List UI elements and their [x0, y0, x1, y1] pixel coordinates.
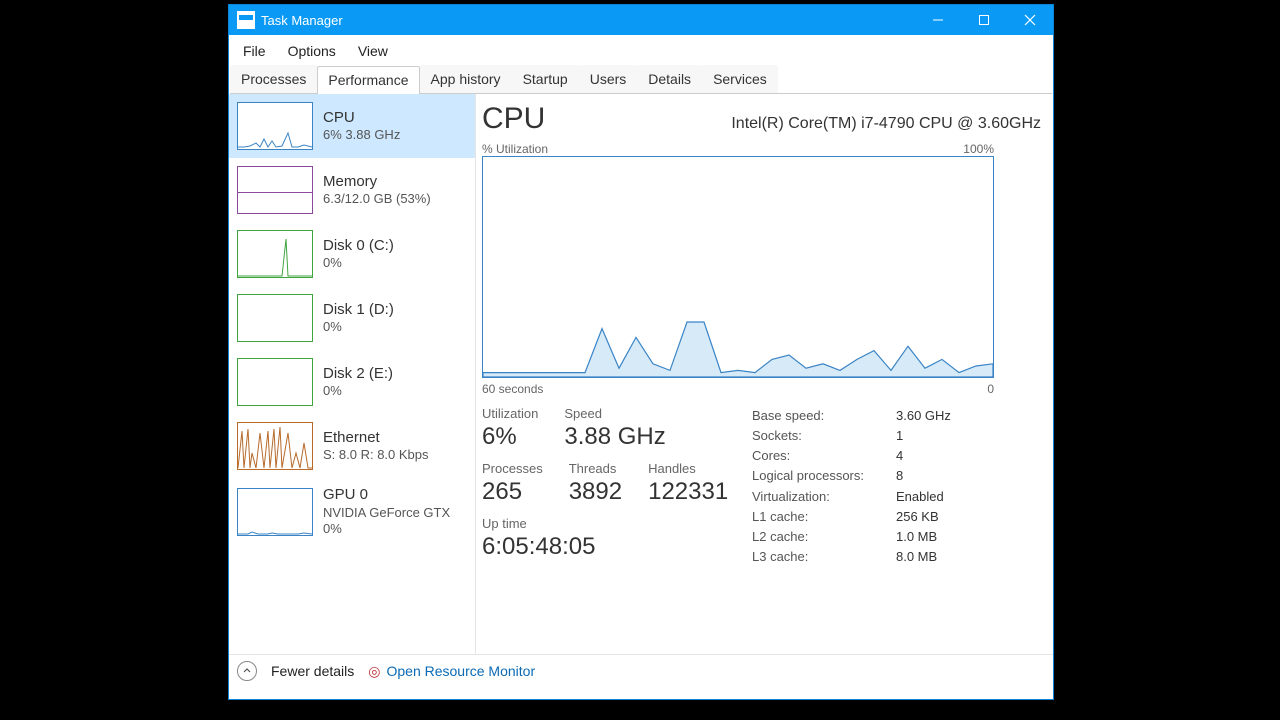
spec-key: Virtualization: [752, 487, 872, 507]
chart-x-right: 0 [987, 382, 994, 396]
tab-bar: Processes Performance App history Startu… [230, 65, 1052, 94]
fewer-details-button[interactable]: Fewer details [271, 663, 354, 679]
utilization-value: 6% [482, 423, 538, 451]
sidebar-item-label: GPU 0 [323, 486, 450, 505]
processes-value: 265 [482, 478, 543, 506]
sidebar-item-sub: 6% 3.88 GHz [323, 127, 400, 143]
task-manager-window: Task Manager File Options View Processes… [228, 4, 1054, 700]
sidebar-item-label: CPU [323, 109, 400, 128]
sidebar-item-gpu0[interactable]: GPU 0 NVIDIA GeForce GTX 0% [229, 478, 475, 545]
handles-value: 122331 [648, 478, 728, 506]
speed-label: Speed [564, 406, 665, 421]
sidebar-item-sub: 6.3/12.0 GB (53%) [323, 191, 431, 207]
cpu-thumb-icon [237, 102, 313, 150]
ethernet-thumb-icon [237, 422, 313, 470]
sidebar: CPU 6% 3.88 GHz Memory 6.3/12.0 GB (53%) [229, 94, 476, 654]
spec-key: Cores: [752, 446, 872, 466]
menu-view[interactable]: View [348, 39, 398, 63]
uptime-value: 6:05:48:05 [482, 533, 595, 561]
close-button[interactable] [1007, 5, 1053, 35]
threads-value: 3892 [569, 478, 622, 506]
spec-value: 1.0 MB [896, 527, 937, 547]
spec-value: 256 KB [896, 507, 939, 527]
cpu-utilization-chart [482, 156, 994, 378]
main-area: CPU 6% 3.88 GHz Memory 6.3/12.0 GB (53%) [229, 94, 1053, 654]
disk-thumb-icon [237, 294, 313, 342]
spec-key: L2 cache: [752, 527, 872, 547]
utilization-label: Utilization [482, 406, 538, 421]
tab-details[interactable]: Details [637, 65, 702, 93]
cpu-model-label: Intel(R) Core(TM) i7-4790 CPU @ 3.60GHz [731, 115, 1041, 133]
chart-y-max: 100% [963, 142, 994, 156]
spec-key: L1 cache: [752, 507, 872, 527]
sidebar-item-memory[interactable]: Memory 6.3/12.0 GB (53%) [229, 158, 475, 222]
app-icon [237, 11, 255, 29]
threads-label: Threads [569, 461, 622, 476]
menu-file[interactable]: File [233, 39, 276, 63]
tab-users[interactable]: Users [579, 65, 638, 93]
detail-pane: CPU Intel(R) Core(TM) i7-4790 CPU @ 3.60… [482, 94, 1053, 654]
menubar: File Options View [229, 35, 1053, 65]
resource-monitor-icon: ◎ [368, 663, 380, 680]
disk-thumb-icon [237, 358, 313, 406]
tab-app-history[interactable]: App history [420, 65, 512, 93]
sidebar-item-label: Disk 1 (D:) [323, 301, 394, 320]
sidebar-item-sub: 0% [323, 255, 394, 271]
sidebar-item-disk0[interactable]: Disk 0 (C:) 0% [229, 222, 475, 286]
chart-x-left: 60 seconds [482, 382, 543, 396]
tab-startup[interactable]: Startup [512, 65, 579, 93]
chevron-up-icon [237, 661, 257, 681]
spec-key: Sockets: [752, 426, 872, 446]
spec-key: Logical processors: [752, 466, 872, 486]
sidebar-item-ethernet[interactable]: Ethernet S: 8.0 R: 8.0 Kbps [229, 414, 475, 478]
tab-processes[interactable]: Processes [230, 65, 317, 93]
tab-services[interactable]: Services [702, 65, 778, 93]
sidebar-item-sub: 0% [323, 319, 394, 335]
speed-value: 3.88 GHz [564, 423, 665, 451]
gpu-thumb-icon [237, 488, 313, 536]
spec-key: Base speed: [752, 406, 872, 426]
menu-options[interactable]: Options [278, 39, 346, 63]
memory-thumb-icon [237, 166, 313, 214]
sidebar-item-label: Memory [323, 173, 431, 192]
open-resource-monitor-link[interactable]: Open Resource Monitor [386, 663, 535, 679]
spec-value: 8.0 MB [896, 547, 937, 567]
spec-value: 3.60 GHz [896, 406, 951, 426]
sidebar-item-sub: 0% [323, 383, 393, 399]
processes-label: Processes [482, 461, 543, 476]
sidebar-item-label: Ethernet [323, 429, 429, 448]
sidebar-item-cpu[interactable]: CPU 6% 3.88 GHz [229, 94, 475, 158]
spec-value: 8 [896, 466, 903, 486]
sidebar-item-sub: S: 8.0 R: 8.0 Kbps [323, 447, 429, 463]
page-title: CPU [482, 102, 545, 136]
sidebar-item-disk2[interactable]: Disk 2 (E:) 0% [229, 350, 475, 414]
handles-label: Handles [648, 461, 728, 476]
uptime-label: Up time [482, 516, 595, 531]
sidebar-item-sub: NVIDIA GeForce GTX [323, 505, 450, 521]
spec-value: Enabled [896, 487, 944, 507]
titlebar[interactable]: Task Manager [229, 5, 1053, 35]
disk-thumb-icon [237, 230, 313, 278]
tab-performance[interactable]: Performance [317, 66, 419, 94]
footer: Fewer details ◎ Open Resource Monitor [229, 654, 1053, 687]
maximize-button[interactable] [961, 5, 1007, 35]
sidebar-item-sub2: 0% [323, 521, 450, 537]
spec-table: Base speed: 3.60 GHz Sockets: 1 Cores: 4 Lo… [752, 406, 951, 571]
sidebar-item-label: Disk 2 (E:) [323, 365, 393, 384]
spec-value: 4 [896, 446, 903, 466]
minimize-button[interactable] [915, 5, 961, 35]
spec-key: L3 cache: [752, 547, 872, 567]
chart-y-label: % Utilization [482, 142, 548, 156]
sidebar-item-disk1[interactable]: Disk 1 (D:) 0% [229, 286, 475, 350]
spec-value: 1 [896, 426, 903, 446]
sidebar-item-label: Disk 0 (C:) [323, 237, 394, 256]
window-title: Task Manager [261, 13, 343, 28]
